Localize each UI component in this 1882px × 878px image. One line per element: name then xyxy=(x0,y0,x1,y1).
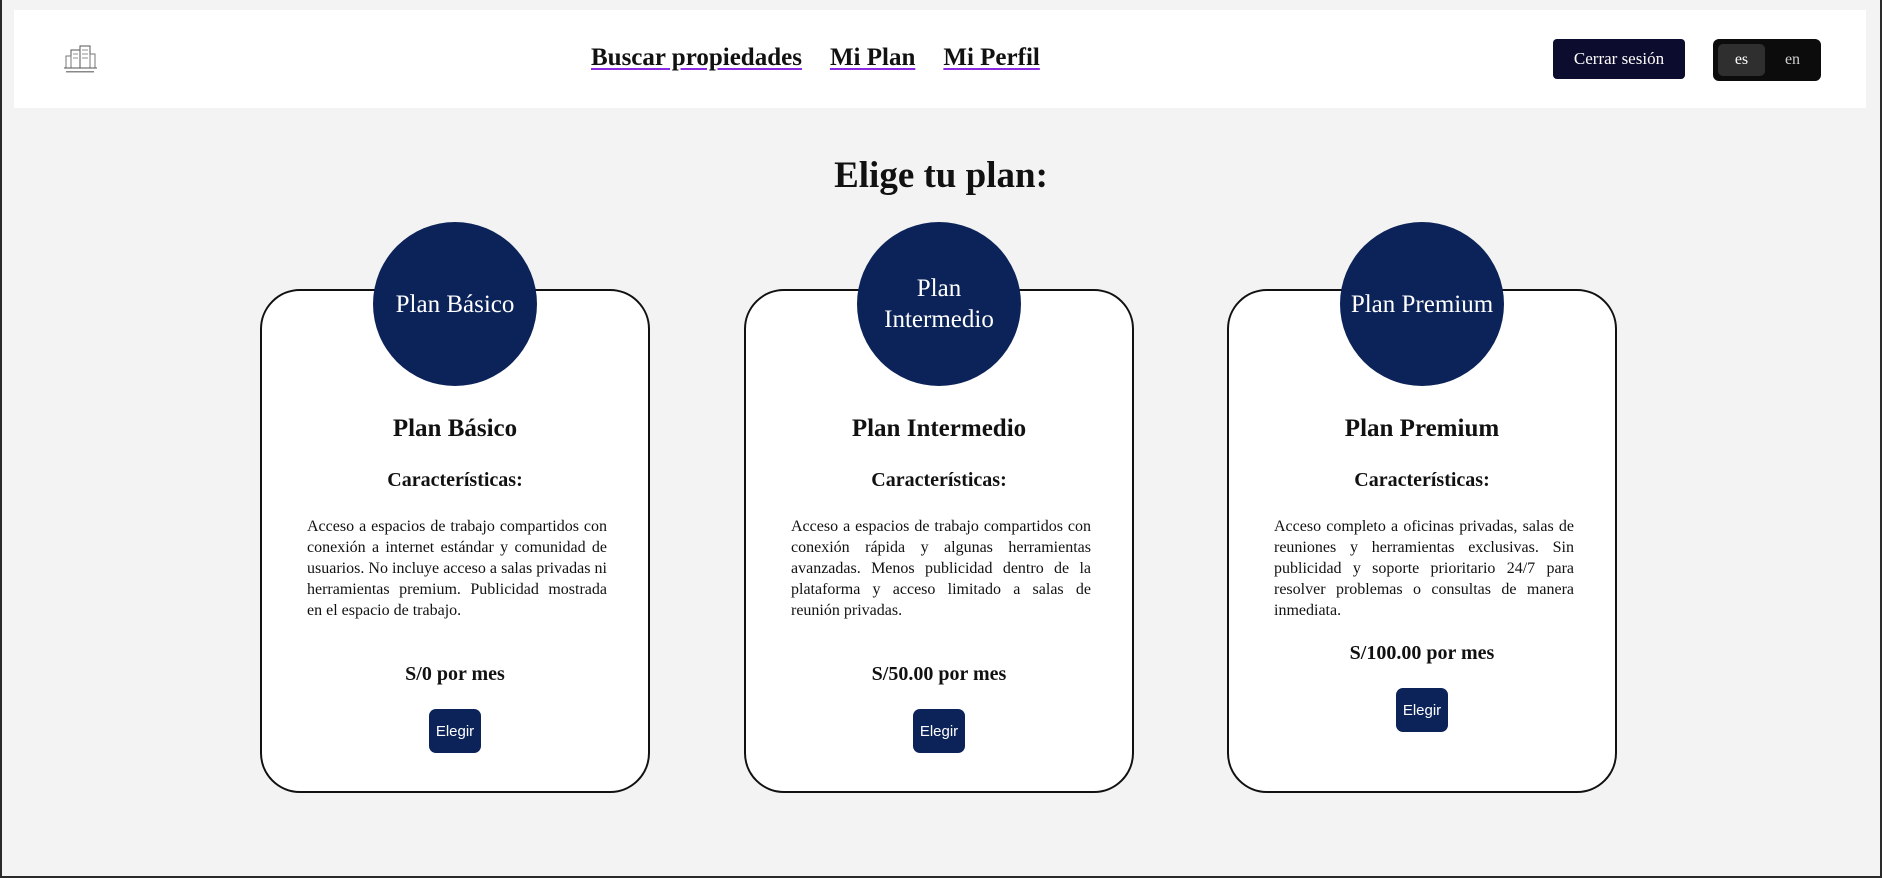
language-switch: es en xyxy=(1713,39,1821,81)
plan-badge: Plan Premium xyxy=(1340,222,1504,386)
building-logo-icon[interactable] xyxy=(60,42,100,76)
plan-card-basico: Plan Básico Plan Básico Características:… xyxy=(260,222,650,793)
plan-card-premium: Plan Premium Plan Premium Característica… xyxy=(1227,222,1617,793)
plan-name: Plan Premium xyxy=(1344,415,1500,442)
plan-name: Plan Básico xyxy=(392,415,518,442)
top-header: Buscar propiedades Mi Plan Mi Perfil Cer… xyxy=(14,10,1866,108)
plan-description: Acceso a espacios de trabajo compartidos… xyxy=(791,518,1091,619)
nav-buscar-propiedades[interactable]: Buscar propiedades xyxy=(591,44,802,72)
nav-mi-perfil[interactable]: Mi Perfil xyxy=(943,44,1039,72)
logout-button[interactable]: Cerrar sesión xyxy=(1553,39,1685,79)
features-title: Características: xyxy=(1354,469,1490,491)
nav-mi-plan[interactable]: Mi Plan xyxy=(830,44,915,72)
plan-badge: Plan Intermedio xyxy=(857,222,1021,386)
plan-name: Plan Intermedio xyxy=(851,415,1027,442)
plan-price: S/0 por mes xyxy=(405,663,505,685)
choose-plan-button[interactable]: Elegir xyxy=(429,709,481,753)
choose-plan-button[interactable]: Elegir xyxy=(913,709,965,753)
main-nav: Buscar propiedades Mi Plan Mi Perfil xyxy=(591,44,1040,72)
plan-price: S/50.00 por mes xyxy=(871,663,1007,685)
plan-price: S/100.00 por mes xyxy=(1349,642,1495,664)
lang-option-en[interactable]: en xyxy=(1769,44,1816,76)
features-title: Características: xyxy=(871,469,1007,491)
plan-card-intermedio: Plan Intermedio Plan Intermedio Caracter… xyxy=(744,222,1134,793)
lang-option-es[interactable]: es xyxy=(1718,44,1765,76)
plan-description: Acceso completo a oficinas privadas, sal… xyxy=(1274,518,1574,619)
plan-badge: Plan Básico xyxy=(373,222,537,386)
page-title: Elige tu plan: xyxy=(834,155,1048,196)
choose-plan-button[interactable]: Elegir xyxy=(1396,688,1448,732)
features-title: Características: xyxy=(387,469,523,491)
plan-description: Acceso a espacios de trabajo compartidos… xyxy=(307,518,607,619)
